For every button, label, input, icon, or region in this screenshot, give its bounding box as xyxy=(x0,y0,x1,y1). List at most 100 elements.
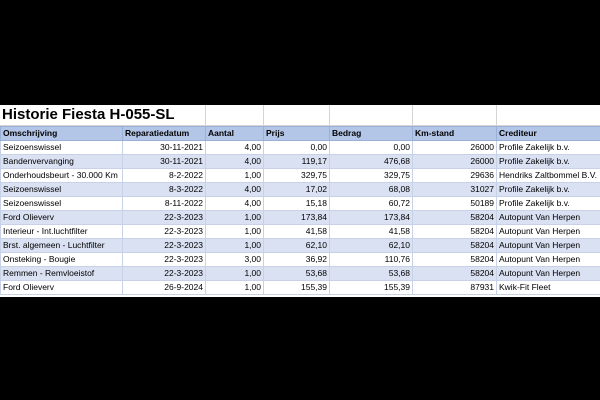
cell-omschrijving[interactable]: Seizoenswissel xyxy=(0,196,123,211)
cell-crediteur[interactable]: Profile Zakelijk b.v. xyxy=(496,182,600,197)
cell-omschrijving[interactable]: Ford Olieverv xyxy=(0,210,123,225)
cell-bedrag[interactable]: 41,58 xyxy=(329,224,413,239)
cell-bedrag[interactable]: 329,75 xyxy=(329,168,413,183)
cell-aantal[interactable]: 1,00 xyxy=(205,266,264,281)
cell-aantal[interactable]: 3,00 xyxy=(205,252,264,267)
cell-crediteur[interactable]: Profile Zakelijk b.v. xyxy=(496,140,600,155)
cell-omschrijving[interactable]: Ford Olieverv xyxy=(0,280,123,295)
table-row: Seizoenswissel 8-11-2022 4,00 15,18 60,72 501… xyxy=(0,196,600,211)
col-header-prijs[interactable]: Prijs xyxy=(263,126,330,141)
cell-prijs[interactable]: 119,17 xyxy=(263,154,330,169)
gridline xyxy=(496,105,497,125)
col-header-aantal[interactable]: Aantal xyxy=(205,126,264,141)
cell-aantal[interactable]: 4,00 xyxy=(205,140,264,155)
cell-omschrijving[interactable]: Bandenvervanging xyxy=(0,154,123,169)
cell-reparatiedatum[interactable]: 26-9-2024 xyxy=(122,280,206,295)
cell-km-stand[interactable]: 26000 xyxy=(412,154,497,169)
cell-reparatiedatum[interactable]: 22-3-2023 xyxy=(122,238,206,253)
cell-crediteur[interactable]: Autopunt Van Herpen xyxy=(496,252,600,267)
cell-prijs[interactable]: 53,68 xyxy=(263,266,330,281)
cell-prijs[interactable]: 155,39 xyxy=(263,280,330,295)
cell-reparatiedatum[interactable]: 8-11-2022 xyxy=(122,196,206,211)
cell-reparatiedatum[interactable]: 22-3-2023 xyxy=(122,252,206,267)
spreadsheet: Historie Fiesta H-055-SL Omschrijving Re… xyxy=(0,105,600,297)
cell-reparatiedatum[interactable]: 22-3-2023 xyxy=(122,266,206,281)
cell-km-stand[interactable]: 50189 xyxy=(412,196,497,211)
cell-reparatiedatum[interactable]: 22-3-2023 xyxy=(122,210,206,225)
cell-bedrag[interactable]: 155,39 xyxy=(329,280,413,295)
cell-km-stand[interactable]: 26000 xyxy=(412,140,497,155)
cell-aantal[interactable]: 1,00 xyxy=(205,280,264,295)
gridline xyxy=(205,105,206,125)
col-header-reparatiedatum[interactable]: Reparatiedatum xyxy=(122,126,206,141)
cell-reparatiedatum[interactable]: 30-11-2021 xyxy=(122,154,206,169)
cell-reparatiedatum[interactable]: 8-2-2022 xyxy=(122,168,206,183)
cell-bedrag[interactable]: 62,10 xyxy=(329,238,413,253)
cell-prijs[interactable]: 17,02 xyxy=(263,182,330,197)
cell-bedrag[interactable]: 173,84 xyxy=(329,210,413,225)
table-row: Bandenvervanging 30-11-2021 4,00 119,17 476,… xyxy=(0,154,600,169)
cell-crediteur[interactable]: Autopunt Van Herpen xyxy=(496,238,600,253)
col-header-km-stand[interactable]: Km-stand xyxy=(412,126,497,141)
cell-omschrijving[interactable]: Onderhoudsbeurt - 30.000 Km xyxy=(0,168,123,183)
cell-km-stand[interactable]: 31027 xyxy=(412,182,497,197)
cell-bedrag[interactable]: 68,08 xyxy=(329,182,413,197)
cell-prijs[interactable]: 15,18 xyxy=(263,196,330,211)
cell-crediteur[interactable]: Autopunt Van Herpen xyxy=(496,210,600,225)
cell-omschrijving[interactable]: Remmen - Remvloeistof xyxy=(0,266,123,281)
cell-omschrijving[interactable]: Brst. algemeen - Luchtfilter xyxy=(0,238,123,253)
cell-km-stand[interactable]: 29636 xyxy=(412,168,497,183)
cell-crediteur[interactable]: Profile Zakelijk b.v. xyxy=(496,196,600,211)
cell-crediteur[interactable]: Autopunt Van Herpen xyxy=(496,224,600,239)
cell-km-stand[interactable]: 58204 xyxy=(412,224,497,239)
cell-prijs[interactable]: 36,92 xyxy=(263,252,330,267)
cell-bedrag[interactable]: 53,68 xyxy=(329,266,413,281)
header-row: Omschrijving Reparatiedatum Aantal Prijs… xyxy=(0,126,600,141)
cell-prijs[interactable]: 329,75 xyxy=(263,168,330,183)
cell-aantal[interactable]: 1,00 xyxy=(205,238,264,253)
col-header-omschrijving[interactable]: Omschrijving xyxy=(0,126,123,141)
cell-aantal[interactable]: 1,00 xyxy=(205,224,264,239)
col-header-bedrag[interactable]: Bedrag xyxy=(329,126,413,141)
cell-aantal[interactable]: 1,00 xyxy=(205,168,264,183)
cell-km-stand[interactable]: 58204 xyxy=(412,238,497,253)
cell-aantal[interactable]: 1,00 xyxy=(205,210,264,225)
cell-omschrijving[interactable]: Interieur - Int.luchtfilter xyxy=(0,224,123,239)
table-row: Onderhoudsbeurt - 30.000 Km 8-2-2022 1,00 3… xyxy=(0,168,600,183)
table-row: Interieur - Int.luchtfilter 22-3-2023 1,00… xyxy=(0,224,600,239)
cell-prijs[interactable]: 173,84 xyxy=(263,210,330,225)
table-row: Remmen - Remvloeistof 22-3-2023 1,00 53,68 5… xyxy=(0,266,600,281)
cell-bedrag[interactable]: 60,72 xyxy=(329,196,413,211)
gridline xyxy=(412,105,413,125)
gridline xyxy=(329,105,330,125)
cell-km-stand[interactable]: 58204 xyxy=(412,210,497,225)
cell-aantal[interactable]: 4,00 xyxy=(205,182,264,197)
table-row: Seizoenswissel 30-11-2021 4,00 0,00 0,00 2600… xyxy=(0,140,600,155)
cell-crediteur[interactable]: Hendriks Zaltbommel B.V. xyxy=(496,168,600,183)
cell-crediteur[interactable]: Kwik-Fit Fleet xyxy=(496,280,600,295)
cell-prijs[interactable]: 41,58 xyxy=(263,224,330,239)
cell-aantal[interactable]: 4,00 xyxy=(205,196,264,211)
cell-bedrag[interactable]: 0,00 xyxy=(329,140,413,155)
cell-bedrag[interactable]: 110,76 xyxy=(329,252,413,267)
col-header-crediteur[interactable]: Crediteur xyxy=(496,126,600,141)
sheet-title: Historie Fiesta H-055-SL xyxy=(2,106,175,123)
table-row: Brst. algemeen - Luchtfilter 22-3-2023 1,0… xyxy=(0,238,600,253)
cell-bedrag[interactable]: 476,68 xyxy=(329,154,413,169)
table-row: Seizoenswissel 8-3-2022 4,00 17,02 68,08 3102… xyxy=(0,182,600,197)
cell-crediteur[interactable]: Autopunt Van Herpen xyxy=(496,266,600,281)
cell-reparatiedatum[interactable]: 30-11-2021 xyxy=(122,140,206,155)
cell-omschrijving[interactable]: Onsteking - Bougie xyxy=(0,252,123,267)
cell-prijs[interactable]: 0,00 xyxy=(263,140,330,155)
cell-reparatiedatum[interactable]: 22-3-2023 xyxy=(122,224,206,239)
cell-reparatiedatum[interactable]: 8-3-2022 xyxy=(122,182,206,197)
table-row: Onsteking - Bougie 22-3-2023 3,00 36,92 110,… xyxy=(0,252,600,267)
cell-aantal[interactable]: 4,00 xyxy=(205,154,264,169)
cell-prijs[interactable]: 62,10 xyxy=(263,238,330,253)
cell-km-stand[interactable]: 58204 xyxy=(412,252,497,267)
cell-km-stand[interactable]: 87931 xyxy=(412,280,497,295)
cell-km-stand[interactable]: 58204 xyxy=(412,266,497,281)
cell-omschrijving[interactable]: Seizoenswissel xyxy=(0,140,123,155)
cell-crediteur[interactable]: Profile Zakelijk b.v. xyxy=(496,154,600,169)
cell-omschrijving[interactable]: Seizoenswissel xyxy=(0,182,123,197)
